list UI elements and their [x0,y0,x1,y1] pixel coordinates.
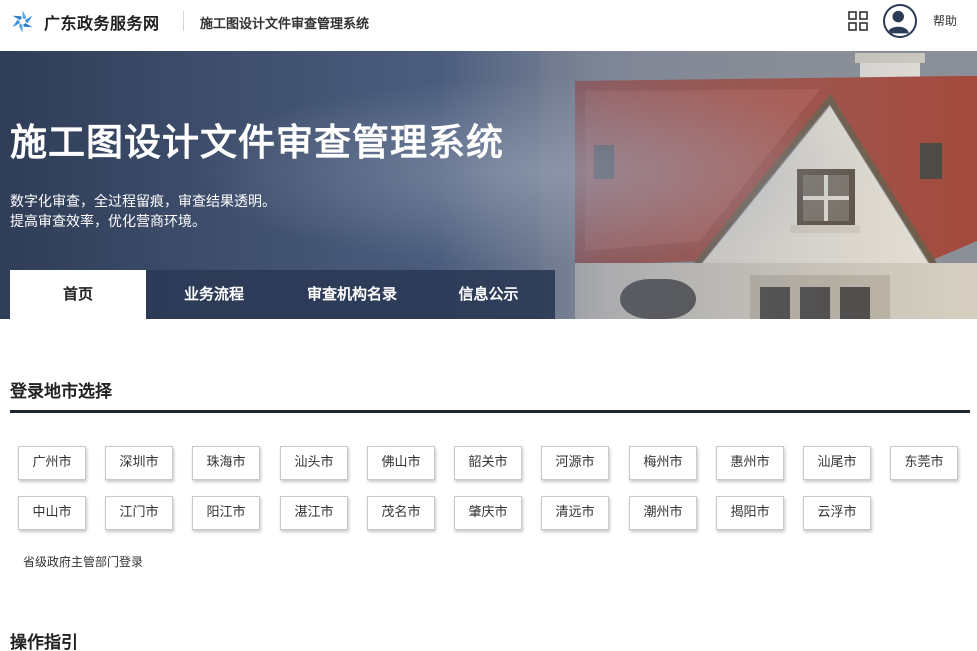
city-button-huizhou[interactable]: 惠州市 [716,446,784,480]
top-bar: 广东政务服务网 施工图设计文件审查管理系统 帮助 [0,0,977,51]
user-avatar[interactable] [883,4,917,38]
city-button-shenzhen[interactable]: 深圳市 [105,446,173,480]
province-dept-login-link[interactable]: 省级政府主管部门登录 [23,553,143,570]
banner-title: 施工图设计文件审查管理系统 [10,121,504,164]
city-select-title: 登录地市选择 [10,382,112,402]
system-name: 施工图设计文件审查管理系统 [200,17,370,32]
city-button-shantou[interactable]: 汕头市 [280,446,348,480]
operation-guide-title: 操作指引 [10,633,78,651]
gd-gov-logo-icon[interactable] [10,9,35,34]
city-button-heyuan[interactable]: 河源市 [541,446,609,480]
city-button-shaoguan[interactable]: 韶关市 [454,446,522,480]
tab-business-flow[interactable]: 业务流程 [146,270,282,319]
banner-desc-line2: 提高审查效率，优化营商环境。 [10,214,206,230]
user-avatar-icon [887,10,909,34]
city-button-jieyang[interactable]: 揭阳市 [716,496,784,530]
city-button-guangzhou[interactable]: 广州市 [18,446,86,480]
tab-review-org-directory[interactable]: 审查机构名录 [282,270,422,319]
city-button-zhanjiang[interactable]: 湛江市 [280,496,348,530]
city-button-shanwei[interactable]: 汕尾市 [803,446,871,480]
city-button-dongguan[interactable]: 东莞市 [890,446,958,480]
hero-banner: 施工图设计文件审查管理系统 数字化审查，全过程留痕，审查结果透明。 提高审查效率… [0,51,977,319]
city-button-zhongshan[interactable]: 中山市 [18,496,86,530]
grid-apps-icon[interactable] [848,11,868,31]
banner-description: 数字化审查，全过程留痕，审查结果透明。 提高审查效率，优化营商环境。 [10,192,276,232]
city-button-chaozhou[interactable]: 潮州市 [629,496,697,530]
city-button-maoming[interactable]: 茂名市 [367,496,435,530]
city-button-foshan[interactable]: 佛山市 [367,446,435,480]
city-button-meizhou[interactable]: 梅州市 [629,446,697,480]
city-button-jiangmen[interactable]: 江门市 [105,496,173,530]
banner-desc-line1: 数字化审查，全过程留痕，审查结果透明。 [10,194,276,210]
tab-home[interactable]: 首页 [10,270,146,319]
brand-divider [183,11,184,31]
main-nav-tabs: 首页 业务流程 审查机构名录 信息公示 [10,270,555,319]
help-link[interactable]: 帮助 [933,12,957,29]
city-button-yangjiang[interactable]: 阳江市 [192,496,260,530]
tab-info-disclosure[interactable]: 信息公示 [422,270,555,319]
city-button-zhuhai[interactable]: 珠海市 [192,446,260,480]
city-button-yunfu[interactable]: 云浮市 [803,496,871,530]
city-button-zhaoqing[interactable]: 肇庆市 [454,496,522,530]
section-divider [10,410,970,413]
city-button-qingyuan[interactable]: 清远市 [541,496,609,530]
brand-name[interactable]: 广东政务服务网 [44,10,160,34]
